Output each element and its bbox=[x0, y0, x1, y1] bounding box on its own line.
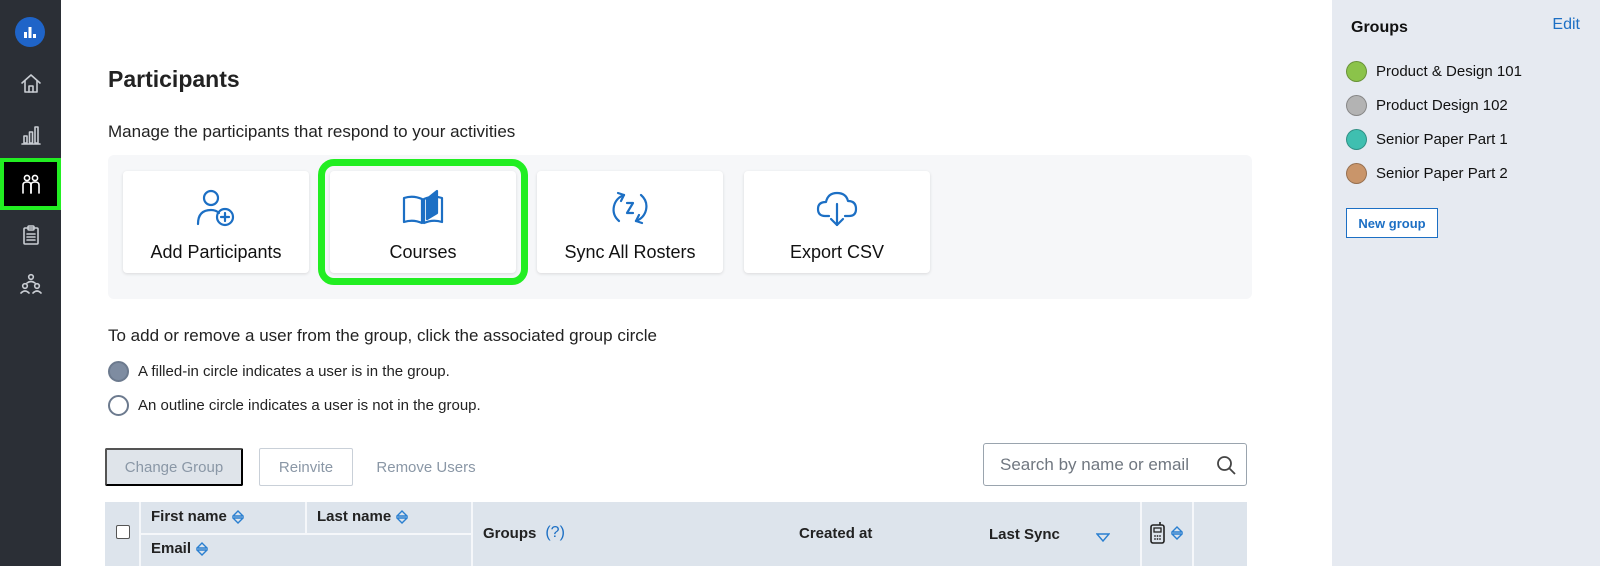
export-csv-tile[interactable]: Export CSV bbox=[744, 171, 930, 273]
groups-panel: Groups Edit Product & Design 101 Product… bbox=[1332, 0, 1600, 566]
group-color-icon bbox=[1346, 129, 1367, 150]
actions-panel: Add Participants Courses Sync All Roster… bbox=[108, 155, 1252, 299]
tile-label: Courses bbox=[389, 242, 457, 262]
created-at-header[interactable]: Created at bbox=[799, 525, 872, 542]
clipboard-icon bbox=[22, 225, 39, 245]
group-name: Senior Paper Part 1 bbox=[1376, 131, 1508, 148]
email-label: Email bbox=[151, 540, 192, 557]
column-divider bbox=[471, 502, 473, 566]
row-divider bbox=[141, 533, 471, 535]
nav-participants[interactable] bbox=[0, 158, 61, 210]
groups-help-link[interactable]: (?) bbox=[545, 524, 565, 542]
group-item[interactable]: Senior Paper Part 2 bbox=[1346, 163, 1508, 184]
legend-outline-text: An outline circle indicates a user is no… bbox=[138, 397, 481, 414]
sort-desc-icon bbox=[1095, 530, 1111, 547]
sort-icon bbox=[1170, 526, 1184, 540]
reinvite-button[interactable]: Reinvite bbox=[259, 448, 353, 486]
edit-groups-link[interactable]: Edit bbox=[1552, 16, 1580, 34]
select-all-checkbox[interactable] bbox=[116, 525, 130, 539]
change-group-button[interactable]: Change Group bbox=[105, 448, 243, 486]
tile-label: Sync All Rosters bbox=[564, 242, 696, 262]
nav-teams[interactable] bbox=[0, 259, 61, 309]
groups-title: Groups bbox=[1351, 19, 1408, 36]
nav-analytics[interactable] bbox=[0, 110, 61, 160]
page-title: Participants bbox=[108, 66, 240, 92]
group-name: Senior Paper Part 2 bbox=[1376, 165, 1508, 182]
group-color-icon bbox=[1346, 95, 1367, 116]
add-participants-tile[interactable]: Add Participants bbox=[123, 171, 309, 273]
device-header[interactable] bbox=[1149, 522, 1184, 544]
column-divider bbox=[1192, 502, 1194, 566]
phone-icon bbox=[1150, 522, 1165, 544]
main-content: Participants Manage the participants tha… bbox=[61, 0, 1332, 566]
outline-circle-icon bbox=[108, 395, 129, 416]
home-icon bbox=[20, 74, 41, 93]
group-item[interactable]: Product Design 102 bbox=[1346, 95, 1508, 116]
app-logo[interactable] bbox=[15, 17, 45, 47]
tile-label: Add Participants bbox=[150, 242, 282, 262]
first-name-label: First name bbox=[151, 508, 227, 525]
sync-rosters-tile[interactable]: Sync All Rosters bbox=[537, 171, 723, 273]
team-icon bbox=[19, 273, 42, 294]
tile-label: Export CSV bbox=[789, 242, 885, 262]
bar-chart-logo-icon bbox=[24, 27, 36, 38]
courses-tile[interactable]: Courses bbox=[318, 159, 528, 285]
last-name-header[interactable]: Last name bbox=[317, 508, 409, 525]
email-header[interactable]: Email bbox=[151, 540, 209, 557]
filled-circle-icon bbox=[108, 361, 129, 382]
group-item[interactable]: Senior Paper Part 1 bbox=[1346, 129, 1508, 150]
sync-icon bbox=[612, 191, 648, 225]
group-color-icon bbox=[1346, 163, 1367, 184]
search-icon[interactable] bbox=[1216, 455, 1236, 475]
page-subtitle: Manage the participants that respond to … bbox=[108, 122, 516, 141]
column-divider bbox=[305, 502, 307, 533]
legend-filled: A filled-in circle indicates a user is i… bbox=[108, 361, 450, 382]
legend-filled-text: A filled-in circle indicates a user is i… bbox=[138, 363, 450, 380]
last-name-label: Last name bbox=[317, 508, 392, 525]
sort-icon bbox=[231, 509, 245, 524]
group-name: Product Design 102 bbox=[1376, 97, 1508, 114]
nav-home[interactable] bbox=[0, 59, 61, 109]
analytics-icon bbox=[20, 126, 41, 145]
created-at-label: Created at bbox=[799, 525, 873, 542]
nav-rail bbox=[0, 0, 61, 566]
groups-label: Groups bbox=[483, 524, 537, 542]
first-name-header[interactable]: First name bbox=[151, 508, 245, 525]
cloud-download-icon bbox=[816, 191, 858, 227]
nav-activities[interactable] bbox=[0, 210, 61, 260]
search-input[interactable] bbox=[1000, 454, 1210, 475]
participants-icon bbox=[21, 174, 40, 194]
instructions-title: To add or remove a user from the group, … bbox=[108, 326, 657, 345]
new-group-button[interactable]: New group bbox=[1346, 208, 1438, 238]
last-sync-label: Last Sync bbox=[989, 526, 1060, 543]
book-icon bbox=[402, 189, 444, 225]
group-color-icon bbox=[1346, 61, 1367, 82]
table-header: First name Last name Email Groups (?) Cr… bbox=[105, 502, 1247, 566]
group-item[interactable]: Product & Design 101 bbox=[1346, 61, 1522, 82]
groups-header: Groups (?) bbox=[483, 524, 565, 542]
last-sync-header[interactable]: Last Sync bbox=[989, 522, 1111, 547]
search-box bbox=[983, 443, 1247, 486]
sort-icon bbox=[395, 509, 409, 524]
column-divider bbox=[1140, 502, 1142, 566]
add-user-icon bbox=[196, 189, 235, 227]
remove-users-button[interactable]: Remove Users bbox=[361, 448, 491, 486]
sort-icon bbox=[195, 541, 209, 556]
legend-outline: An outline circle indicates a user is no… bbox=[108, 395, 481, 416]
group-name: Product & Design 101 bbox=[1376, 63, 1522, 80]
